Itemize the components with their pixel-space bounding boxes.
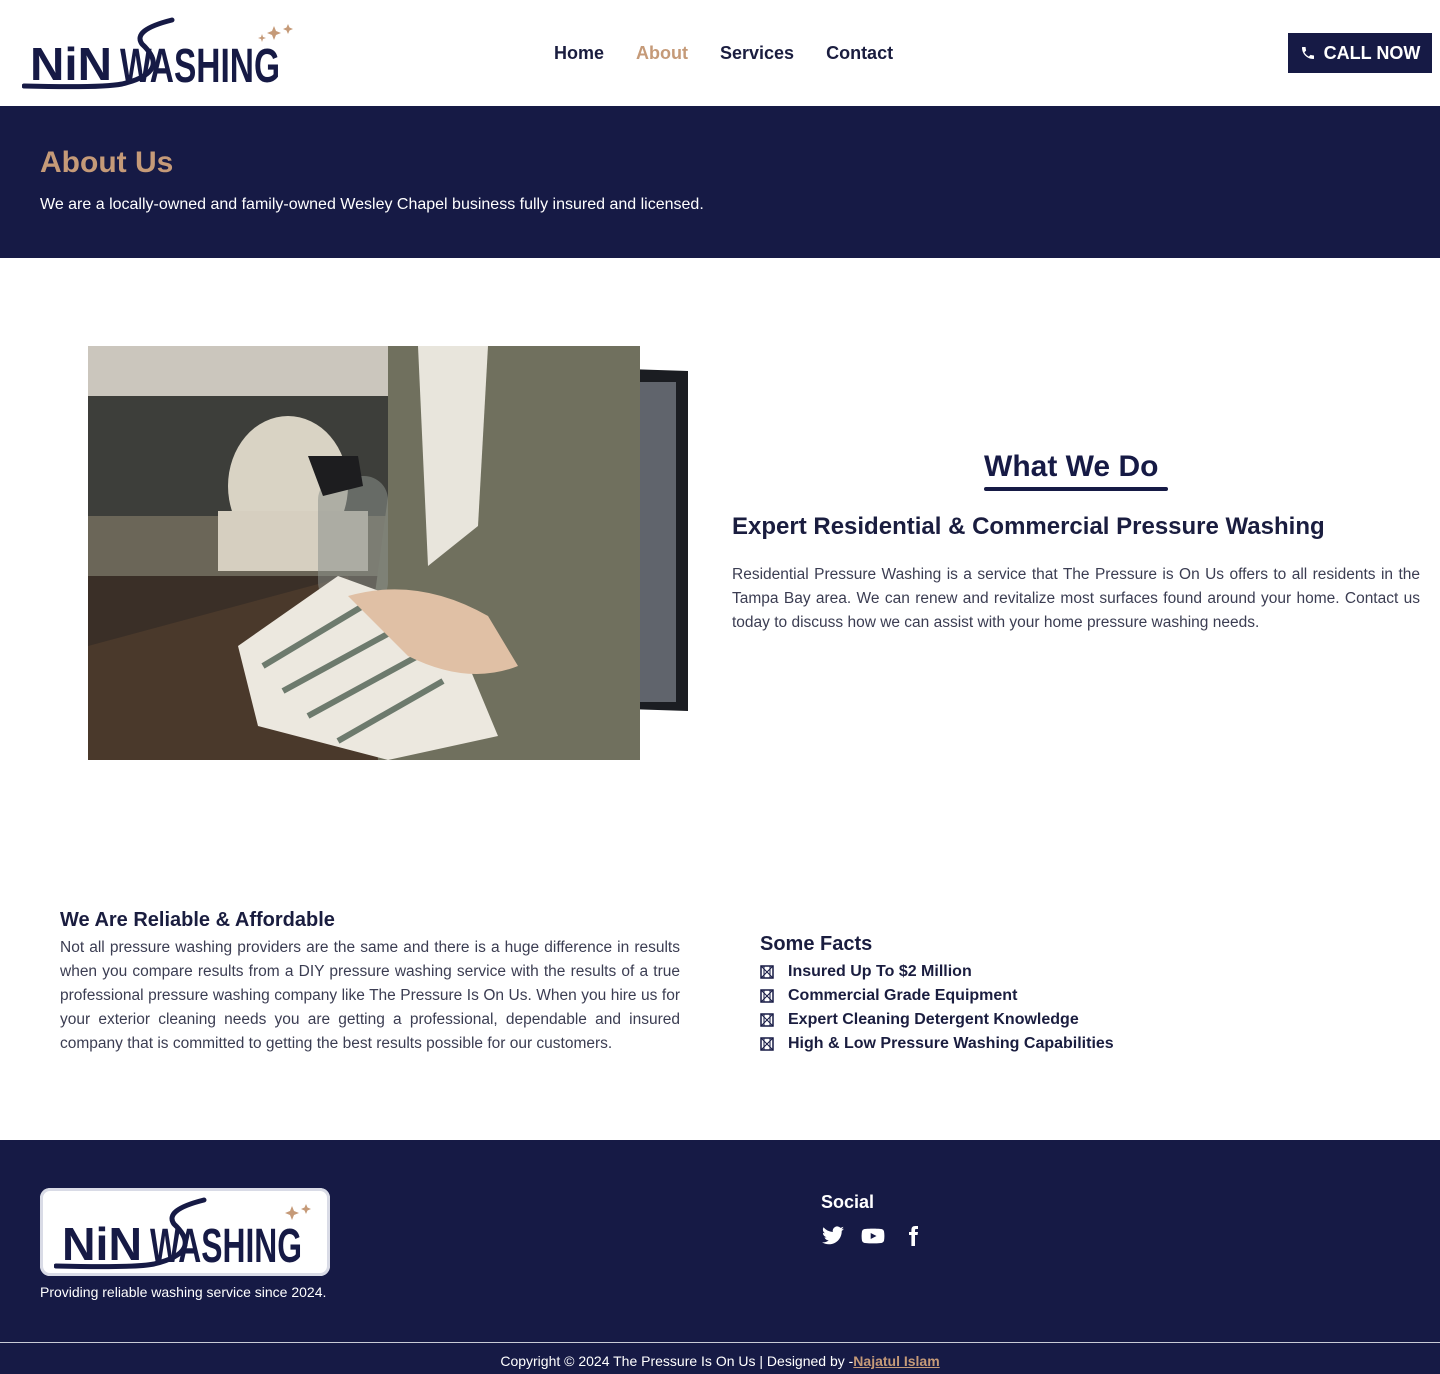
- footer-logo[interactable]: NiN WASHING: [40, 1188, 330, 1276]
- site-footer: NiN WASHING Providing reliable washing s…: [0, 1140, 1440, 1374]
- svg-text:NiN: NiN: [30, 38, 112, 90]
- copyright: Copyright © 2024 The Pressure Is On Us |…: [0, 1353, 1440, 1369]
- about-hero: About Us We are a locally-owned and fami…: [0, 106, 1440, 258]
- twitter-icon[interactable]: [821, 1224, 845, 1248]
- reliable-title: We Are Reliable & Affordable: [60, 909, 335, 931]
- footer-divider: [0, 1342, 1440, 1343]
- footer-tagline: Providing reliable washing service since…: [40, 1284, 327, 1300]
- facebook-icon[interactable]: [901, 1224, 925, 1248]
- youtube-icon[interactable]: [861, 1224, 885, 1248]
- main-nav: Home About Services Contact: [554, 41, 925, 65]
- nav-about[interactable]: About: [636, 41, 688, 65]
- reliable-text: Not all pressure washing providers are t…: [60, 939, 680, 1052]
- checkered-icon: [760, 989, 774, 1003]
- what-we-do-title: What We Do: [984, 450, 1159, 483]
- page-subtitle: We are a locally-owned and family-owned …: [40, 196, 704, 213]
- facts-title: Some Facts: [760, 933, 873, 955]
- cleaning-photo: [88, 346, 640, 760]
- checkered-icon: [760, 965, 774, 979]
- list-item: Expert Cleaning Detergent Knowledge: [760, 1008, 1114, 1032]
- facts-list: Insured Up To $2 Million Commercial Grad…: [760, 960, 1114, 1056]
- social-links: [821, 1224, 925, 1248]
- photo-back-layer-2: [636, 382, 676, 702]
- social-title: Social: [821, 1192, 875, 1212]
- checkered-icon: [760, 1037, 774, 1051]
- svg-text:WASHING: WASHING: [120, 40, 280, 92]
- what-we-do-subtitle: Expert Residential & Commercial Pressure…: [732, 513, 1325, 540]
- phone-icon: [1301, 47, 1314, 59]
- list-item: Insured Up To $2 Million: [760, 960, 1114, 984]
- svg-text:NiN: NiN: [62, 1218, 142, 1270]
- list-item: High & Low Pressure Washing Capabilities: [760, 1032, 1114, 1056]
- title-underline: [984, 487, 1168, 491]
- svg-text:WASHING: WASHING: [150, 1220, 302, 1272]
- copyright-text: Copyright © 2024 The Pressure Is On Us |…: [500, 1353, 854, 1369]
- nav-services[interactable]: Services: [720, 41, 794, 65]
- nav-contact[interactable]: Contact: [826, 41, 893, 65]
- call-now-button[interactable]: CALL NOW: [1288, 33, 1432, 73]
- designer-link[interactable]: Najatul Islam: [853, 1353, 939, 1369]
- about-photo-stack: [88, 346, 688, 760]
- list-item: Commercial Grade Equipment: [760, 984, 1114, 1008]
- call-now-label: CALL NOW: [1323, 42, 1421, 63]
- checkered-icon: [760, 1013, 774, 1027]
- site-header: NiN WASHING Home About Services Contact …: [0, 0, 1440, 106]
- logo: NiN WASHING: [54, 1197, 311, 1272]
- nav-home[interactable]: Home: [554, 41, 604, 65]
- logo[interactable]: NiN WASHING: [22, 14, 297, 92]
- page-title: About Us: [40, 146, 174, 179]
- what-we-do-text: Residential Pressure Washing is a servic…: [732, 566, 1420, 631]
